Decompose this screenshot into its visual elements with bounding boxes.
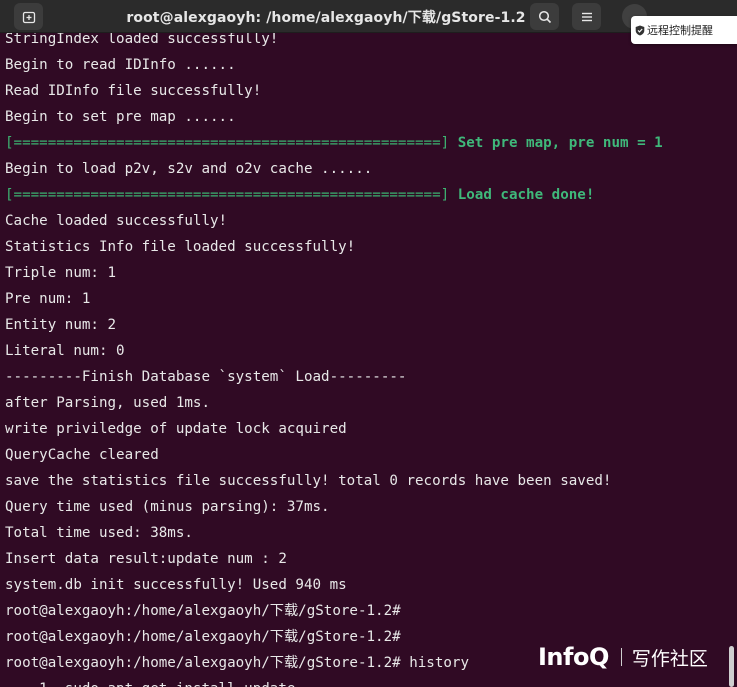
progress-status-text: Set pre map, pre num = 1	[449, 135, 663, 151]
terminal-line: Cache loaded successfully!	[5, 213, 228, 229]
terminal-line: system.db init successfully! Used 940 ms	[5, 577, 347, 593]
terminal-line: after Parsing, used 1ms.	[5, 395, 210, 411]
watermark-text: 写作社区	[631, 647, 708, 670]
terminal-line: Begin to read IDInfo ......	[5, 57, 236, 73]
terminal-line: Insert data result:update num : 2	[5, 551, 287, 567]
terminal-line: ---------Finish Database `system` Load--…	[5, 369, 407, 385]
terminal-line: write priviledge of update lock acquired	[5, 421, 347, 437]
watermark-divider	[620, 648, 622, 666]
terminal-line: Pre num: 1	[5, 291, 91, 307]
progress-status-text: Load cache done!	[449, 187, 595, 203]
terminal-line: Triple num: 1	[5, 265, 117, 281]
scrollbar-thumb[interactable]	[729, 646, 734, 687]
terminal-line: Read IDInfo file successfully!	[5, 83, 262, 99]
terminal-line: Query time used (minus parsing): 37ms.	[5, 499, 330, 515]
terminal-lines: StringIndex loaded successfully! Begin to…	[5, 33, 663, 687]
terminal-line: Literal num: 0	[5, 343, 125, 359]
terminal-line: Entity num: 2	[5, 317, 117, 333]
terminal-line: save the statistics file successfully! t…	[5, 473, 612, 489]
search-icon	[538, 10, 551, 23]
menu-button[interactable]	[572, 3, 601, 30]
terminal-line: QueryCache cleared	[5, 447, 159, 463]
terminal-line: Begin to load p2v, s2v and o2v cache ...…	[5, 161, 373, 177]
terminal-line: root@alexgaoyh:/home/alexgaoyh/下载/gStore…	[5, 603, 401, 619]
terminal-output[interactable]: StringIndex loaded successfully! Begin to…	[0, 33, 737, 687]
progress-bar-text: [=======================================…	[5, 135, 450, 151]
hamburger-menu-icon	[581, 12, 592, 21]
terminal-line: Total time used: 38ms.	[5, 525, 193, 541]
infoq-watermark: InfoQ 写作社区	[538, 640, 708, 674]
terminal-line: [=======================================…	[5, 130, 663, 156]
title-bar: root@alexgaoyh: /home/alexgaoyh/下载/gStor…	[0, 0, 737, 33]
terminal-line: [=======================================…	[5, 182, 663, 208]
terminal-line: 1 sudo apt-get install update	[5, 676, 663, 687]
progress-bar-text: [=======================================…	[5, 187, 450, 203]
infoq-logo: InfoQ	[538, 643, 609, 671]
terminal-line: Begin to set pre map ......	[5, 109, 236, 125]
terminal-line: Statistics Info file loaded successfully…	[5, 239, 356, 255]
terminal-line: StringIndex loaded successfully!	[5, 33, 279, 47]
search-button[interactable]	[530, 3, 559, 30]
